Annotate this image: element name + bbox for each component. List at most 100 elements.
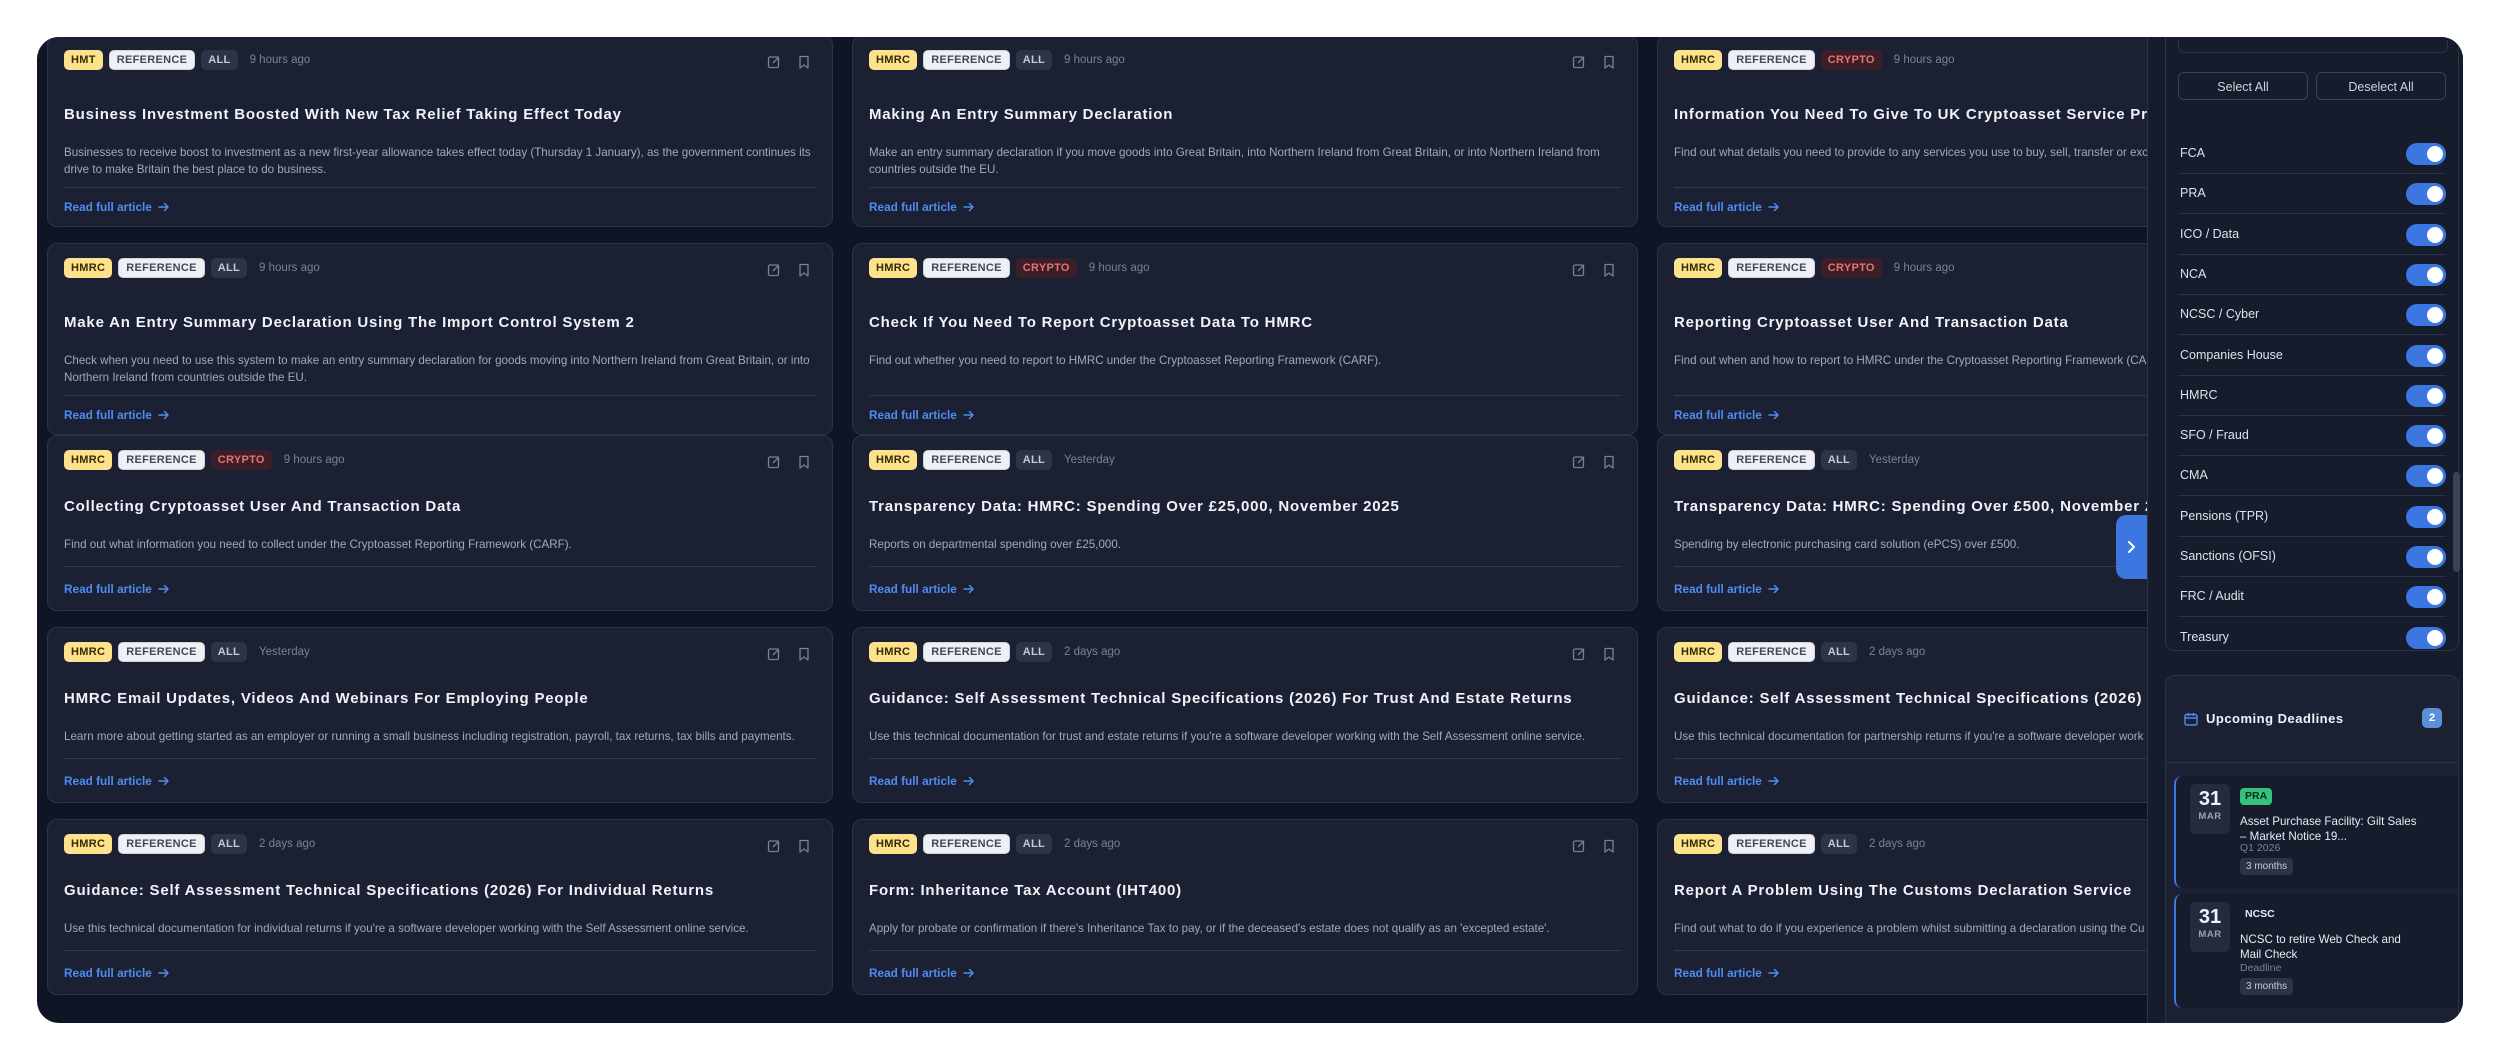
- filter-toggle[interactable]: [2406, 344, 2446, 367]
- filter-toggle[interactable]: [2406, 223, 2446, 246]
- card-actions: [766, 646, 812, 662]
- filter-row[interactable]: NCA: [2178, 255, 2446, 295]
- bookmark-icon[interactable]: [1601, 838, 1617, 854]
- card-actions: [1571, 646, 1617, 662]
- filter-toggle[interactable]: [2406, 143, 2446, 165]
- filter-label: Sanctions (OFSI): [2180, 549, 2276, 563]
- arrow-right-icon: [152, 774, 170, 788]
- read-full-article-link[interactable]: Read full article: [64, 582, 170, 596]
- article-title[interactable]: Make An Entry Summary Declaration Using …: [64, 314, 816, 331]
- time-remaining-pill: 3 months: [2240, 978, 2294, 995]
- article-tags: HMRC REFERENCE ALL 2 days ago: [1674, 642, 1925, 662]
- collapse-panel-button[interactable]: [2116, 515, 2148, 579]
- divider: [869, 395, 1621, 396]
- article-title[interactable]: Check If You Need To Report Cryptoasset …: [869, 314, 1621, 331]
- filter-toggle[interactable]: [2406, 263, 2446, 286]
- read-full-article-link[interactable]: Read full article: [1674, 774, 1780, 788]
- type-badge: REFERENCE: [1728, 642, 1815, 662]
- filter-row[interactable]: PRA: [2178, 174, 2446, 215]
- filter-toggle[interactable]: [2406, 626, 2446, 649]
- filter-row[interactable]: NCSC / Cyber: [2178, 295, 2446, 336]
- edit-icon[interactable]: [766, 454, 782, 470]
- source-badge: HMRC: [1674, 258, 1723, 278]
- arrow-right-icon: [1762, 408, 1780, 422]
- filter-label: CMA: [2180, 468, 2208, 483]
- filter-row[interactable]: ICO / Data: [2178, 215, 2446, 255]
- filter-row[interactable]: SFO / Fraud: [2178, 416, 2446, 457]
- article-title[interactable]: Form: Inheritance Tax Account (IHT400): [869, 882, 1621, 899]
- bookmark-icon[interactable]: [1601, 262, 1617, 278]
- deselect-all-button[interactable]: Deselect All: [2316, 72, 2446, 100]
- read-full-article-link[interactable]: Read full article: [1674, 200, 1780, 214]
- sidebar-scrollbar[interactable]: [2453, 472, 2460, 572]
- article-title[interactable]: Collecting Cryptoasset User And Transact…: [64, 498, 816, 515]
- read-full-article-link[interactable]: Read full article: [64, 408, 170, 422]
- select-all-button[interactable]: Select All: [2178, 72, 2308, 100]
- article-title[interactable]: Business Investment Boosted With New Tax…: [64, 106, 816, 123]
- bookmark-icon[interactable]: [1601, 646, 1617, 662]
- article-title[interactable]: Making An Entry Summary Declaration: [869, 106, 1621, 123]
- article-title[interactable]: Transparency Data: HMRC: Spending Over £…: [869, 498, 1621, 515]
- bookmark-icon[interactable]: [796, 262, 812, 278]
- card-actions: [766, 454, 812, 470]
- article-title[interactable]: Guidance: Self Assessment Technical Spec…: [64, 882, 816, 899]
- filter-label: Companies House: [2180, 347, 2283, 362]
- deadline-item[interactable]: 31 MAR NCSC NCSC to retire Web Check and Ma…: [2174, 894, 2458, 1008]
- filter-toggle[interactable]: [2406, 183, 2446, 206]
- source-badge: HMRC: [869, 834, 918, 854]
- edit-icon[interactable]: [1571, 54, 1587, 70]
- read-full-article-link[interactable]: Read full article: [869, 582, 975, 596]
- filter-toggle[interactable]: [2406, 425, 2446, 448]
- bookmark-icon[interactable]: [796, 838, 812, 854]
- arrow-right-icon: [957, 966, 975, 980]
- filter-label: ICO / Data: [2180, 226, 2240, 241]
- read-full-article-link[interactable]: Read full article: [1674, 582, 1780, 596]
- read-full-article-link[interactable]: Read full article: [64, 200, 170, 214]
- read-full-article-link[interactable]: Read full article: [64, 966, 170, 980]
- article-card: HMRC REFERENCE ALL Yesterday HMRC Email Upda…: [47, 627, 833, 803]
- article-title[interactable]: HMRC Email Updates, Videos And Webinars …: [64, 690, 816, 707]
- search-input[interactable]: [2178, 40, 2448, 53]
- read-full-article-link[interactable]: Read full article: [869, 774, 975, 788]
- filter-toggle[interactable]: [2406, 586, 2446, 609]
- read-full-article-link[interactable]: Read full article: [869, 966, 975, 980]
- read-full-article-link[interactable]: Read full article: [64, 774, 170, 788]
- article-title[interactable]: Guidance: Self Assessment Technical Spec…: [869, 690, 1621, 707]
- filter-toggle[interactable]: [2406, 384, 2446, 407]
- filter-toggle[interactable]: [2406, 546, 2446, 568]
- edit-icon[interactable]: [766, 262, 782, 278]
- filter-row[interactable]: FCA: [2178, 134, 2446, 174]
- filter-row[interactable]: CMA: [2178, 456, 2446, 497]
- filter-toggle[interactable]: [2406, 304, 2446, 327]
- filter-row[interactable]: Pensions (TPR): [2178, 497, 2446, 537]
- read-full-article-link[interactable]: Read full article: [1674, 966, 1780, 980]
- deadline-item[interactable]: 31 MAR PRA Asset Purchase Facility: Gilt Sa…: [2174, 776, 2458, 888]
- bookmark-icon[interactable]: [796, 54, 812, 70]
- article-tags: HMRC REFERENCE ALL 9 hours ago: [64, 258, 320, 278]
- read-full-article-link[interactable]: Read full article: [869, 200, 975, 214]
- edit-icon[interactable]: [766, 838, 782, 854]
- bookmark-icon[interactable]: [796, 646, 812, 662]
- filter-row[interactable]: FRC / Audit: [2178, 577, 2446, 618]
- edit-icon[interactable]: [766, 54, 782, 70]
- bookmark-icon[interactable]: [796, 454, 812, 470]
- timestamp: Yesterday: [1869, 454, 1920, 466]
- card-actions: [766, 838, 812, 854]
- filter-row[interactable]: Sanctions (OFSI): [2178, 537, 2446, 577]
- filter-toggle[interactable]: [2406, 465, 2446, 488]
- filter-row[interactable]: Companies House: [2178, 336, 2446, 376]
- filter-row[interactable]: HMRC: [2178, 376, 2446, 416]
- filter-row[interactable]: Treasury: [2178, 618, 2446, 658]
- bookmark-icon[interactable]: [1601, 54, 1617, 70]
- edit-icon[interactable]: [766, 646, 782, 662]
- bookmark-icon[interactable]: [1601, 454, 1617, 470]
- read-full-article-link[interactable]: Read full article: [1674, 408, 1780, 422]
- edit-icon[interactable]: [1571, 262, 1587, 278]
- edit-icon[interactable]: [1571, 646, 1587, 662]
- read-full-article-link[interactable]: Read full article: [869, 408, 975, 422]
- edit-icon[interactable]: [1571, 838, 1587, 854]
- category-badge: ALL: [1015, 450, 1053, 470]
- filter-toggle[interactable]: [2406, 505, 2446, 528]
- edit-icon[interactable]: [1571, 454, 1587, 470]
- card-actions: [1571, 54, 1617, 70]
